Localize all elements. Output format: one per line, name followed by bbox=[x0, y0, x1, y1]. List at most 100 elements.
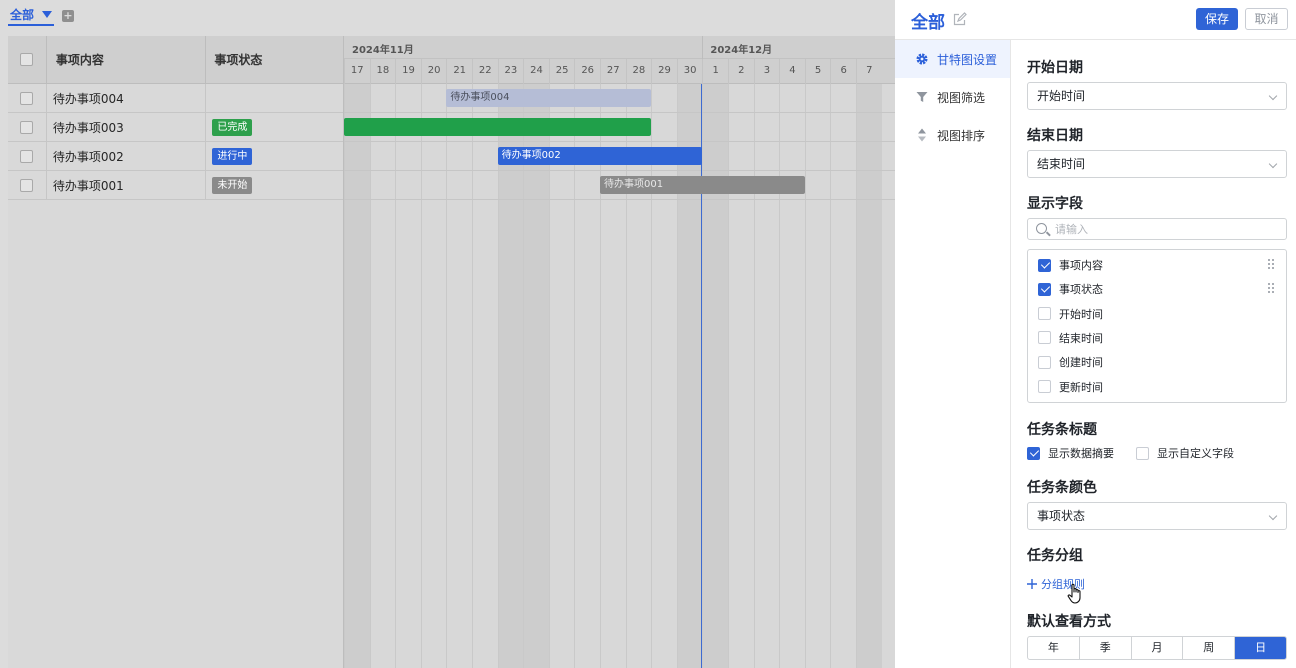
field-label: 创建时间 bbox=[1059, 356, 1103, 370]
row-content[interactable]: 待办事项003 bbox=[47, 113, 207, 141]
view-option[interactable]: 日 bbox=[1235, 637, 1286, 659]
field-label: 事项状态 bbox=[1059, 283, 1103, 297]
select-all-checkbox[interactable] bbox=[20, 53, 34, 66]
table-row[interactable]: 待办事项002 进行中 bbox=[8, 142, 343, 171]
drag-handle-icon[interactable] bbox=[1268, 259, 1276, 271]
field-item[interactable]: 结束时间 bbox=[1038, 328, 1278, 348]
nav-gantt-settings[interactable]: 甘特图设置 bbox=[895, 40, 1010, 78]
chevron-down-icon bbox=[1268, 511, 1278, 521]
task-bar[interactable] bbox=[344, 118, 652, 136]
option-label: 显示自定义字段 bbox=[1157, 447, 1234, 460]
field-item[interactable]: 事项内容 bbox=[1038, 255, 1278, 275]
timeline-body: 待办事项004 待办事项002 待办事项001 bbox=[344, 84, 895, 668]
day-label: 26 bbox=[574, 59, 600, 84]
option-show-custom[interactable]: 显示自定义字段 bbox=[1136, 445, 1234, 461]
start-date-select[interactable]: 开始时间 bbox=[1027, 82, 1287, 110]
row-checkbox[interactable] bbox=[20, 91, 34, 105]
row-checkbox[interactable] bbox=[20, 149, 34, 163]
timeline-days: 17 18 19 20 21 22 23 24 25 26 27 28 29 30 1 2 3 4 5 6 7 bbox=[344, 59, 895, 84]
search-icon bbox=[1036, 223, 1047, 234]
field-label: 更新时间 bbox=[1059, 380, 1103, 394]
view-option[interactable]: 周 bbox=[1183, 637, 1236, 659]
save-button[interactable]: 保存 bbox=[1196, 8, 1238, 30]
nav-view-filter[interactable]: 视图筛选 bbox=[895, 78, 1010, 116]
row-gridline bbox=[344, 199, 895, 200]
day-gridline bbox=[548, 84, 550, 668]
field-checkbox[interactable] bbox=[1038, 258, 1051, 272]
field-item[interactable]: 创建时间 bbox=[1038, 352, 1278, 372]
weekend-shade bbox=[702, 84, 728, 668]
day-label: 1 bbox=[702, 59, 728, 84]
day-label: 21 bbox=[446, 59, 472, 84]
day-gridline bbox=[651, 84, 653, 668]
bar-color-select[interactable]: 事项状态 bbox=[1027, 502, 1287, 530]
row-status-cell[interactable]: 进行中 bbox=[206, 142, 343, 170]
plus-square-icon[interactable]: + bbox=[62, 10, 74, 22]
table-row[interactable]: 待办事项003 已完成 bbox=[8, 113, 343, 142]
row-select[interactable] bbox=[8, 113, 47, 141]
day-label: 5 bbox=[804, 59, 831, 84]
row-status-cell[interactable]: 未开始 bbox=[206, 171, 343, 199]
view-option[interactable]: 月 bbox=[1132, 637, 1184, 659]
field-label: 结束时间 bbox=[1059, 331, 1103, 345]
table-row[interactable]: 待办事项001 未开始 bbox=[8, 171, 343, 200]
view-tab-all[interactable]: 全部 bbox=[8, 6, 55, 26]
option-show-summary[interactable]: 显示数据摘要 bbox=[1027, 445, 1114, 461]
task-bar[interactable]: 待办事项002 bbox=[497, 147, 703, 165]
field-checkbox[interactable] bbox=[1038, 282, 1051, 296]
view-option[interactable]: 季 bbox=[1080, 637, 1132, 659]
day-gridline bbox=[625, 84, 627, 668]
header-status[interactable]: 事项状态 bbox=[206, 36, 343, 83]
grouping-title: 任务分组 bbox=[1027, 548, 1083, 564]
field-checkbox[interactable] bbox=[1038, 380, 1051, 393]
nav-view-sort[interactable]: 视图排序 bbox=[895, 116, 1010, 154]
row-status-cell[interactable] bbox=[206, 84, 343, 112]
weekend-shade bbox=[497, 84, 524, 668]
row-select[interactable] bbox=[8, 171, 47, 199]
field-checkbox[interactable] bbox=[1038, 331, 1051, 345]
header-content[interactable]: 事项内容 bbox=[47, 36, 207, 83]
search-input[interactable] bbox=[1055, 221, 1275, 237]
select-value: 开始时间 bbox=[1037, 89, 1086, 103]
field-checkbox[interactable] bbox=[1038, 307, 1051, 321]
month-label: 2024年12月 bbox=[710, 45, 773, 56]
panel-header: 全部 保存 取消 bbox=[895, 0, 1296, 40]
field-item[interactable]: 更新时间 bbox=[1038, 377, 1278, 397]
header-select-all[interactable] bbox=[8, 36, 47, 83]
row-content[interactable]: 待办事项001 bbox=[47, 171, 207, 199]
row-checkbox[interactable] bbox=[20, 178, 34, 192]
field-checkbox[interactable] bbox=[1038, 355, 1051, 369]
month-separator bbox=[702, 36, 704, 59]
day-gridline bbox=[369, 84, 371, 668]
row-status-cell[interactable]: 已完成 bbox=[206, 113, 343, 141]
start-date-title: 开始日期 bbox=[1027, 60, 1083, 76]
field-item[interactable]: 开始时间 bbox=[1038, 304, 1278, 324]
cancel-button[interactable]: 取消 bbox=[1245, 8, 1288, 30]
day-gridline bbox=[830, 84, 832, 668]
task-bar[interactable]: 待办事项001 bbox=[600, 176, 805, 194]
row-select[interactable] bbox=[8, 142, 47, 170]
table-row[interactable]: 待办事项004 bbox=[8, 84, 343, 113]
summary-checkbox[interactable] bbox=[1027, 446, 1040, 460]
day-label: 18 bbox=[369, 59, 396, 84]
row-checkbox[interactable] bbox=[20, 120, 34, 134]
drag-handle-icon[interactable] bbox=[1268, 283, 1276, 295]
end-date-select[interactable]: 结束时间 bbox=[1027, 150, 1287, 178]
day-label: 27 bbox=[600, 59, 626, 84]
month-label: 2024年11月 bbox=[352, 45, 414, 56]
row-select[interactable] bbox=[8, 84, 47, 112]
day-gridline bbox=[497, 84, 499, 668]
task-bar[interactable]: 待办事项004 bbox=[446, 89, 652, 107]
row-gridline bbox=[344, 112, 895, 113]
edit-icon[interactable] bbox=[952, 12, 967, 27]
caret-down-icon[interactable] bbox=[42, 11, 53, 18]
row-content[interactable]: 待办事项004 bbox=[47, 84, 207, 112]
status-badge: 已完成 bbox=[212, 118, 253, 136]
custom-field-checkbox[interactable] bbox=[1136, 446, 1149, 460]
filter-icon bbox=[915, 90, 929, 104]
view-option[interactable]: 年 bbox=[1028, 637, 1080, 659]
field-search[interactable] bbox=[1027, 218, 1287, 240]
row-content[interactable]: 待办事项002 bbox=[47, 142, 207, 170]
field-item[interactable]: 事项状态 bbox=[1038, 279, 1278, 299]
view-tabs-bar: 全部 + bbox=[0, 0, 895, 34]
